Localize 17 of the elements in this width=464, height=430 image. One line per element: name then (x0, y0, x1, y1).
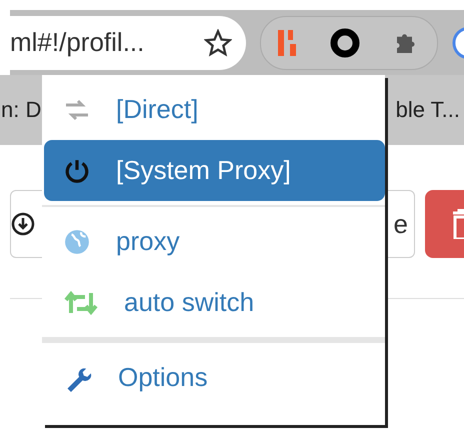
retweet-icon (64, 290, 98, 314)
bookmark-link[interactable]: ble T... (396, 97, 460, 123)
menu-item[interactable]: auto switch (44, 272, 385, 333)
bookmark-link[interactable]: n: D (1, 97, 42, 123)
profile-icon[interactable] (452, 26, 464, 60)
star-icon[interactable] (204, 28, 232, 56)
menu-item[interactable]: Options (44, 347, 385, 408)
globe-icon (64, 228, 90, 254)
address-bar[interactable]: ml#!/profil... (10, 16, 246, 70)
arrows-icon (64, 98, 90, 120)
power-icon (64, 158, 90, 184)
menu-item[interactable]: [System Proxy] (44, 140, 385, 201)
ring-icon[interactable] (328, 26, 362, 60)
menu-item[interactable]: proxy (44, 211, 385, 272)
download-icon (11, 211, 35, 237)
menu-item[interactable]: [Direct] (44, 79, 385, 140)
url-text: ml#!/profil... (10, 27, 144, 58)
